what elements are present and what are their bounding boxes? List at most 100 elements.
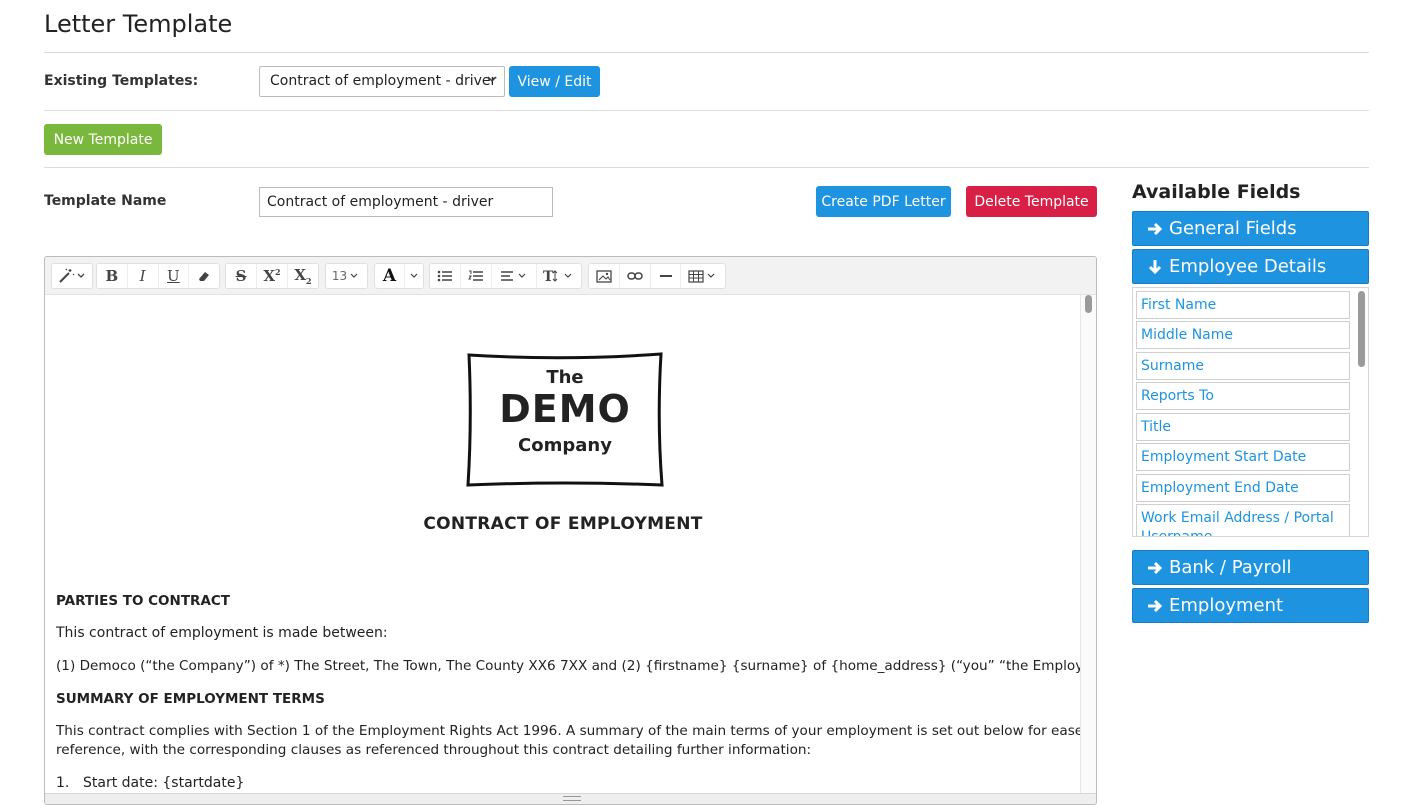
- delete-template-button[interactable]: Delete Template: [966, 186, 1097, 217]
- toolbar-group-fontsize: 13: [325, 263, 368, 289]
- ordered-list-button[interactable]: [461, 264, 492, 288]
- underline-button[interactable]: U: [159, 264, 190, 288]
- available-fields-title: Available Fields: [1132, 181, 1301, 203]
- field-item[interactable]: Employment End Date: [1136, 474, 1350, 502]
- field-item[interactable]: Surname: [1136, 352, 1350, 380]
- editor-scrollbar[interactable]: [1080, 295, 1096, 794]
- horizontal-rule-button[interactable]: [651, 264, 681, 288]
- section-employee-label: Employee Details: [1169, 256, 1327, 277]
- superscript-icon: X2: [263, 267, 281, 285]
- arrow-right-icon: [1148, 222, 1163, 235]
- editor-content[interactable]: The DEMO Company CONTRACT OF EMPLOYMENT …: [45, 295, 1081, 794]
- summary-heading: SUMMARY OF EMPLOYMENT TERMS: [56, 691, 325, 707]
- field-item[interactable]: Work Email Address / Portal Username: [1136, 504, 1350, 536]
- section-general-label: General Fields: [1169, 218, 1297, 239]
- existing-templates-select[interactable]: Contract of employment - driver: [259, 66, 505, 97]
- font-color-icon: A: [382, 266, 397, 286]
- magic-wand-icon: [59, 268, 85, 283]
- chevron-down-icon: [487, 76, 497, 83]
- chevron-down-icon: [350, 273, 358, 278]
- divider: [44, 167, 1369, 168]
- summary-line-2: reference, with the corresponding clause…: [56, 742, 812, 758]
- toolbar-group-font: B I U: [96, 263, 220, 289]
- fields-scrollbar[interactable]: [1355, 289, 1367, 535]
- toolbar-group-color: A: [374, 263, 424, 289]
- section-employment-label: Employment: [1169, 595, 1284, 616]
- italic-icon: I: [139, 267, 146, 285]
- subscript-button[interactable]: X2: [288, 264, 318, 288]
- toolbar-group-paragraph: T: [429, 263, 582, 289]
- clear-format-button[interactable]: [189, 264, 219, 288]
- paragraph-align-dropdown[interactable]: [492, 264, 537, 288]
- style-wand-button[interactable]: [52, 264, 92, 288]
- logo-line-company: Company: [518, 435, 612, 456]
- company-logo: The DEMO Company: [465, 351, 665, 491]
- toolbar-group-insert: [588, 263, 726, 289]
- section-employment[interactable]: Employment: [1132, 588, 1369, 623]
- editor-resize-handle[interactable]: [45, 793, 1096, 804]
- section-bank-payroll[interactable]: Bank / Payroll: [1132, 550, 1369, 585]
- font-color-dropdown[interactable]: [405, 264, 423, 288]
- strikethrough-button[interactable]: S: [226, 264, 257, 288]
- field-item[interactable]: Employment Start Date: [1136, 443, 1350, 471]
- logo-line-demo: DEMO: [499, 387, 631, 431]
- logo-line-the: The: [546, 367, 584, 388]
- toolbar-group-style: [51, 263, 93, 289]
- resize-grip-icon: [563, 796, 581, 801]
- parties-text: (1) Democo (“the Company”) of *) The Str…: [56, 658, 1081, 674]
- align-left-icon: [501, 271, 526, 281]
- field-item[interactable]: Reports To: [1136, 382, 1350, 410]
- chevron-down-icon: [410, 273, 418, 278]
- insert-image-button[interactable]: [589, 264, 620, 288]
- table-icon: [688, 269, 715, 283]
- new-template-button[interactable]: New Template: [44, 124, 162, 155]
- section-general-fields[interactable]: General Fields: [1132, 211, 1369, 246]
- unordered-list-button[interactable]: [430, 264, 461, 288]
- bold-button[interactable]: B: [97, 264, 128, 288]
- field-item[interactable]: Middle Name: [1136, 321, 1350, 349]
- underline-icon: U: [167, 267, 180, 285]
- editor-scroll-thumb[interactable]: [1085, 295, 1092, 313]
- editor-toolbar: B I U S X2 X2 13 A T: [45, 257, 1096, 295]
- existing-templates-label: Existing Templates:: [44, 73, 199, 89]
- arrow-right-icon: [1148, 561, 1163, 574]
- view-edit-button[interactable]: View / Edit: [509, 66, 600, 97]
- bullet-list-icon: [437, 270, 452, 282]
- bold-icon: B: [105, 267, 119, 285]
- line-height-icon: T: [543, 269, 572, 284]
- font-color-button[interactable]: A: [375, 264, 405, 288]
- summary-line-1: This contract complies with Section 1 of…: [56, 723, 1081, 739]
- parties-heading: PARTIES TO CONTRACT: [56, 593, 231, 609]
- template-name-label: Template Name: [44, 193, 167, 209]
- field-item[interactable]: First Name: [1136, 291, 1350, 319]
- insert-link-button[interactable]: [620, 264, 651, 288]
- subscript-icon: X2: [294, 266, 312, 286]
- arrow-right-icon: [1148, 599, 1163, 612]
- eraser-icon: [199, 272, 210, 281]
- font-size-dropdown[interactable]: 13: [326, 264, 367, 288]
- list-number: 1.: [56, 775, 70, 791]
- insert-table-dropdown[interactable]: [681, 264, 725, 288]
- arrow-down-icon: [1148, 259, 1162, 274]
- numbered-list-icon: [468, 270, 483, 281]
- superscript-button[interactable]: X2: [257, 264, 288, 288]
- font-size-value: 13: [331, 269, 348, 283]
- strikethrough-icon: S: [235, 267, 247, 285]
- field-item[interactable]: Title: [1136, 413, 1350, 441]
- existing-templates-value: Contract of employment - driver: [270, 73, 497, 89]
- template-name-input[interactable]: Contract of employment - driver: [259, 187, 553, 217]
- parties-intro: This contract of employment is made betw…: [56, 625, 388, 641]
- horizontal-rule-icon: [659, 275, 672, 277]
- section-employee-details[interactable]: Employee Details: [1132, 249, 1369, 284]
- list-item-start-date: Start date: {startdate}: [83, 775, 245, 791]
- italic-button[interactable]: I: [128, 264, 159, 288]
- employee-fields-list: First Name Middle Name Surname Reports T…: [1132, 287, 1369, 537]
- rich-text-editor[interactable]: B I U S X2 X2 13 A T The DEMO Company CO…: [44, 256, 1097, 805]
- divider: [44, 52, 1369, 53]
- document-title: CONTRACT OF EMPLOYMENT: [423, 514, 703, 534]
- link-icon: [627, 272, 643, 280]
- fields-scroll-thumb[interactable]: [1358, 291, 1365, 367]
- line-height-dropdown[interactable]: T: [537, 264, 581, 288]
- create-pdf-button[interactable]: Create PDF Letter: [816, 186, 951, 217]
- section-bank-label: Bank / Payroll: [1169, 557, 1292, 578]
